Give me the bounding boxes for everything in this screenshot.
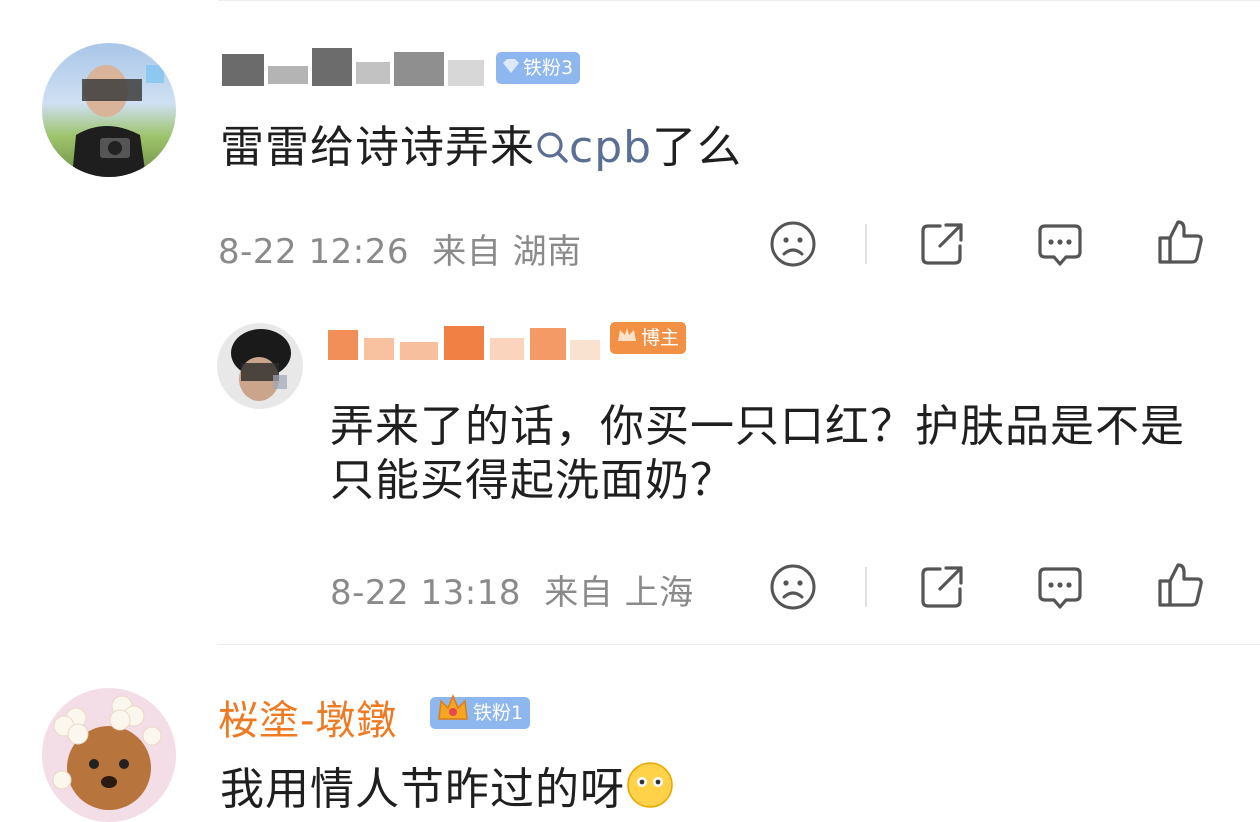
badge-label: 博主 — [641, 327, 680, 349]
comment-text: 我用情人节昨过的呀 — [220, 760, 675, 816]
reply-location: 来自 上海 — [544, 573, 694, 613]
reply-text: 弄来了的话，你买一只口红？护肤品是不是只能买得起洗面奶？ — [330, 401, 1185, 506]
comment-text: 雷雷给诗诗弄来 cpb了么 — [220, 122, 742, 174]
crown-icon — [616, 322, 638, 354]
reply-meta: 8-22 13:18 来自 上海 — [330, 565, 694, 614]
avatar-photo — [72, 65, 164, 177]
comment-icon[interactable] — [1036, 563, 1084, 611]
fan-badge[interactable]: 铁粉1 — [430, 694, 531, 729]
like-icon[interactable] — [1156, 561, 1204, 609]
keyword-text: cpb — [569, 122, 653, 173]
comment-location: 来自 湖南 — [432, 232, 582, 272]
comment-meta: 8-22 12:26 来自 湖南 — [218, 224, 582, 273]
badge-label: 铁粉1 — [473, 702, 524, 724]
comment-icon[interactable] — [1036, 220, 1084, 268]
dislike-face-icon[interactable] — [769, 563, 817, 611]
share-icon[interactable] — [918, 220, 966, 268]
avatar[interactable] — [217, 323, 303, 409]
avatar-photo — [52, 695, 162, 810]
diamond-icon — [502, 52, 520, 84]
comment-date: 8-22 12:26 — [218, 232, 409, 272]
badge-label: 铁粉3 — [523, 57, 574, 79]
top-divider — [218, 0, 1260, 1]
reply-date: 8-22 13:18 — [330, 573, 521, 613]
search-keyword-link[interactable]: cpb — [535, 122, 652, 173]
username[interactable]: 桜塗-墩鐓 — [218, 688, 397, 746]
share-icon[interactable] — [918, 563, 966, 611]
crown-icon — [436, 693, 470, 733]
comment-text-body: 我用情人节昨过的呀 — [220, 764, 625, 815]
author-badge[interactable]: 博主 — [610, 322, 687, 354]
fan-badge[interactable]: 铁粉3 — [496, 52, 581, 84]
username-obscured[interactable] — [328, 322, 608, 364]
action-separator — [865, 567, 867, 607]
like-icon[interactable] — [1156, 218, 1204, 266]
comment-text-suffix: 了么 — [652, 122, 743, 173]
avatar-photo — [231, 329, 291, 401]
comment-divider — [218, 644, 1260, 645]
action-separator — [865, 224, 867, 264]
dislike-face-icon[interactable] — [769, 220, 817, 268]
comment-text-prefix: 雷雷给诗诗弄来 — [220, 122, 535, 173]
username-obscured[interactable] — [220, 44, 490, 90]
emoji-icon — [625, 762, 675, 815]
avatar[interactable] — [42, 43, 176, 177]
search-icon — [535, 122, 569, 173]
avatar[interactable] — [42, 688, 176, 822]
